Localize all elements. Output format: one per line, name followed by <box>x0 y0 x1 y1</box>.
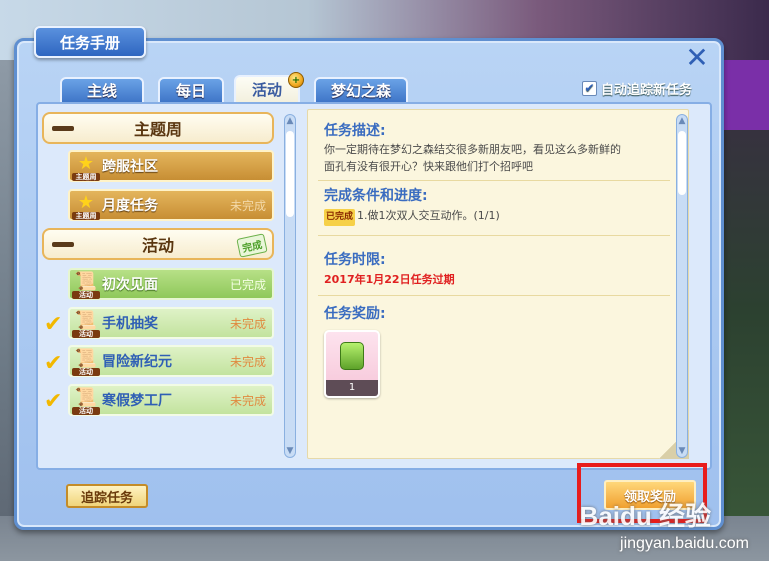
check-icon: ✔ <box>44 389 63 414</box>
highlight-box <box>577 463 707 523</box>
category-label: 主题周 <box>133 120 182 139</box>
description-text-line1: 你一定期待在梦幻之森结交很多新朋友吧，看见这么多新鲜的 <box>324 143 621 156</box>
description-title: 任务描述: <box>324 123 386 139</box>
reward-item[interactable]: 1 <box>324 330 380 398</box>
detail-scrollbar[interactable]: ▲ ▼ <box>676 114 688 458</box>
task-name: 月度任务 <box>102 198 158 214</box>
divider <box>318 295 670 296</box>
task-status: 未完成 <box>229 354 266 369</box>
scroll-thumb[interactable] <box>286 131 294 217</box>
time-limit-text: 2017年1月22日任务过期 <box>324 273 455 286</box>
time-limit-title: 任务时限: <box>324 252 386 268</box>
check-icon: ✔ <box>44 312 63 337</box>
task-name: 冒险新纪元 <box>102 354 172 370</box>
task-name: 跨服社区 <box>102 159 158 175</box>
star-icon: ★ 主题周 <box>72 192 100 220</box>
tab-dream-forest[interactable]: 梦幻之森 <box>314 77 408 102</box>
list-item[interactable]: 📜 活动 冒险新纪元 未完成 <box>68 345 274 377</box>
auto-track-label: 自动追踪新任务 <box>601 82 693 98</box>
condition-line: 已完成 1.做1次双人交互动作。(1/1) <box>324 207 500 226</box>
task-status: 未完成 <box>229 198 266 213</box>
task-name: 寒假梦工厂 <box>102 393 172 409</box>
tab-daily[interactable]: 每日 <box>158 77 224 102</box>
task-detail-panel: 任务描述: 你一定期待在梦幻之森结交很多新朋友吧，看见这么多新鲜的 面孔有没有很… <box>307 109 689 459</box>
description-text-line2: 面孔有没有很开心？快来跟他们打个招呼吧 <box>324 160 533 173</box>
scroll-icon: 📜 活动 <box>72 348 100 376</box>
panel-title: 任务手册 <box>34 26 146 58</box>
list-item[interactable]: 📜 活动 初次见面 已完成 <box>68 268 274 300</box>
collapse-icon <box>52 126 74 131</box>
scroll-icon: 📜 活动 <box>72 387 100 415</box>
track-task-button[interactable]: 追踪任务 <box>66 484 148 508</box>
auto-track-toggle[interactable]: ✔ 自动追踪新任务 <box>582 78 692 98</box>
checkbox-icon[interactable]: ✔ <box>582 80 597 96</box>
task-status: 已完成 <box>229 277 266 292</box>
list-item[interactable]: ★ 主题周 月度任务 未完成 <box>68 189 274 221</box>
task-status: 未完成 <box>229 316 266 331</box>
task-name: 初次见面 <box>102 277 158 293</box>
task-status: 未完成 <box>229 393 266 408</box>
check-icon: ✔ <box>44 351 63 376</box>
scroll-icon: 📜 活动 <box>72 271 100 299</box>
divider <box>318 180 670 181</box>
complete-badge: 完成 <box>236 233 268 258</box>
list-item[interactable]: ★ 主题周 跨服社区 <box>68 150 274 182</box>
task-list-scrollbar[interactable]: ▲ ▼ <box>284 114 296 458</box>
tab-main[interactable]: 主线 <box>60 77 144 102</box>
new-badge-icon: + <box>288 72 304 88</box>
task-name: 手机抽奖 <box>102 316 158 332</box>
list-item[interactable]: 📜 活动 手机抽奖 未完成 <box>68 307 274 339</box>
gift-icon <box>340 342 364 370</box>
close-icon[interactable]: ✕ <box>682 44 712 74</box>
list-item[interactable]: 📜 活动 寒假梦工厂 未完成 <box>68 384 274 416</box>
category-label: 活动 <box>141 236 174 255</box>
star-icon: ★ 主题周 <box>72 153 100 181</box>
category-theme-week[interactable]: 主题周 <box>42 112 274 144</box>
scroll-icon: 📜 活动 <box>72 310 100 338</box>
collapse-icon <box>52 242 74 247</box>
scroll-up-icon[interactable]: ▲ <box>284 116 296 126</box>
condition-text: 1.做1次双人交互动作。(1/1) <box>357 209 500 222</box>
divider <box>318 235 670 236</box>
scroll-up-icon[interactable]: ▲ <box>676 116 688 126</box>
reward-title: 任务奖励: <box>324 306 386 322</box>
category-event[interactable]: 活动 完成 <box>42 228 274 260</box>
scroll-down-icon[interactable]: ▼ <box>676 446 688 456</box>
scroll-thumb[interactable] <box>678 131 686 195</box>
scroll-down-icon[interactable]: ▼ <box>284 446 296 456</box>
condition-title: 完成条件和进度: <box>324 188 428 204</box>
reward-count: 1 <box>326 380 378 396</box>
completed-tag: 已完成 <box>324 209 356 226</box>
